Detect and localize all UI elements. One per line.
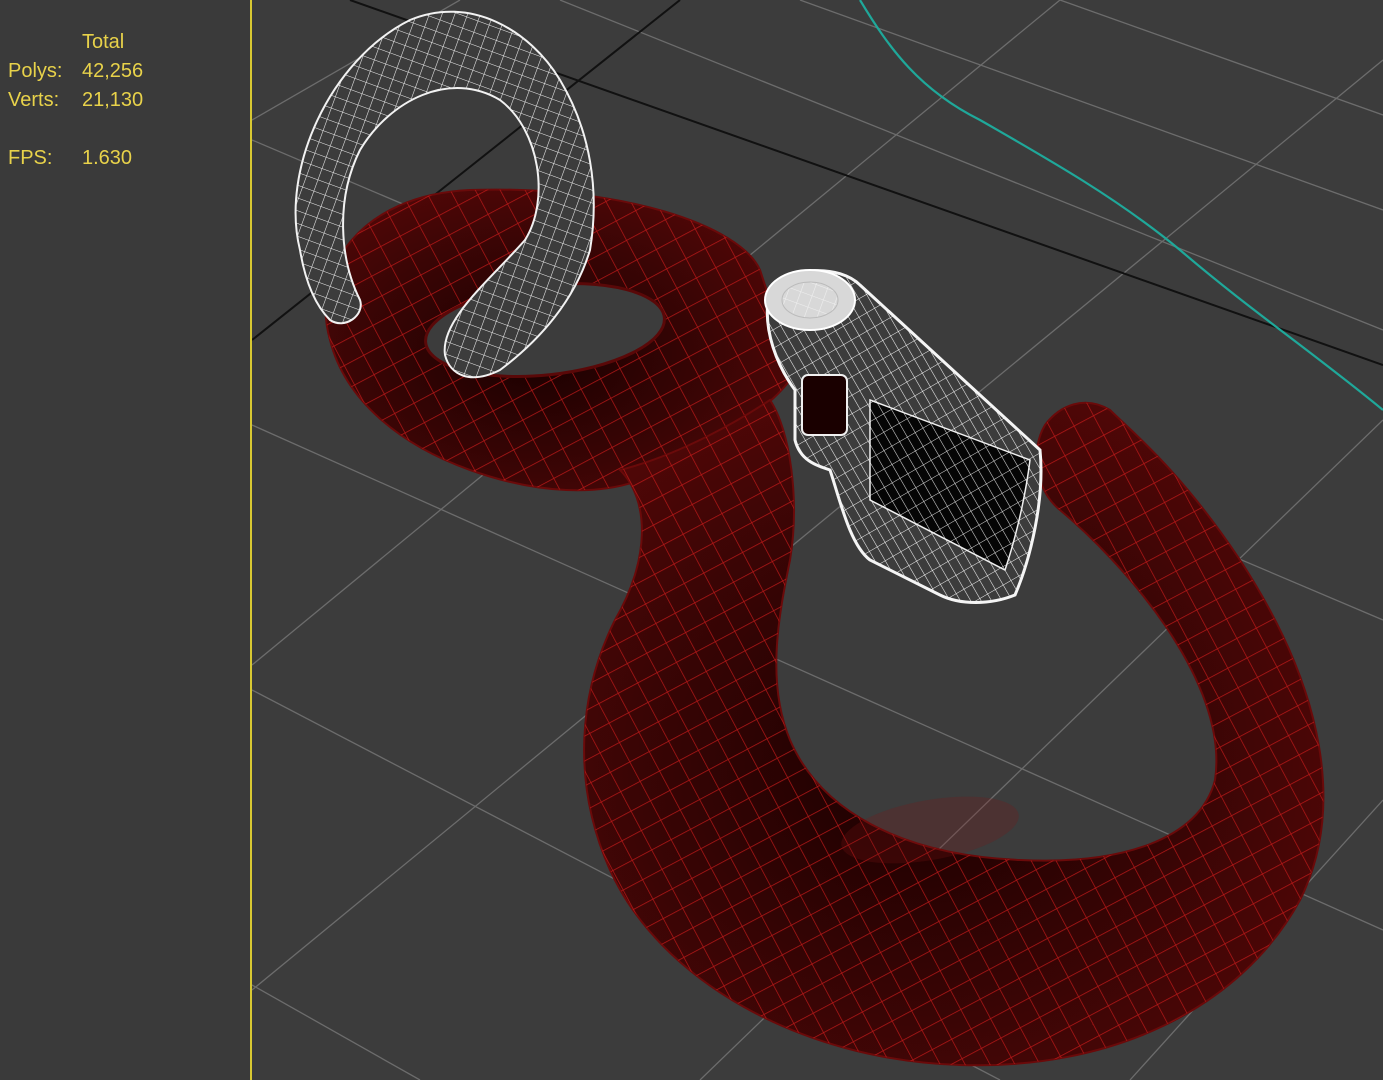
viewport-3d[interactable]: Total Polys: 42,256 Verts: 21,130 FPS: 1… bbox=[0, 0, 1383, 1080]
fps-label: FPS: bbox=[8, 147, 53, 169]
verts-label: Verts: bbox=[8, 89, 60, 111]
polys-value: 42,256 bbox=[82, 60, 144, 82]
fps-value: 1.630 bbox=[82, 147, 133, 169]
statistics-panel: Total Polys: 42,256 Verts: 21,130 FPS: 1… bbox=[0, 0, 250, 1080]
viewport-statistics: Total Polys: 42,256 Verts: 21,130 FPS: 1… bbox=[8, 28, 202, 173]
scene-canvas[interactable] bbox=[252, 0, 1383, 1080]
stats-header: Total bbox=[82, 31, 125, 53]
teal-spline bbox=[859, 0, 1383, 411]
latch-wireframe[interactable] bbox=[764, 269, 1043, 604]
polys-label: Polys: bbox=[8, 60, 63, 82]
verts-value: 21,130 bbox=[82, 89, 144, 111]
